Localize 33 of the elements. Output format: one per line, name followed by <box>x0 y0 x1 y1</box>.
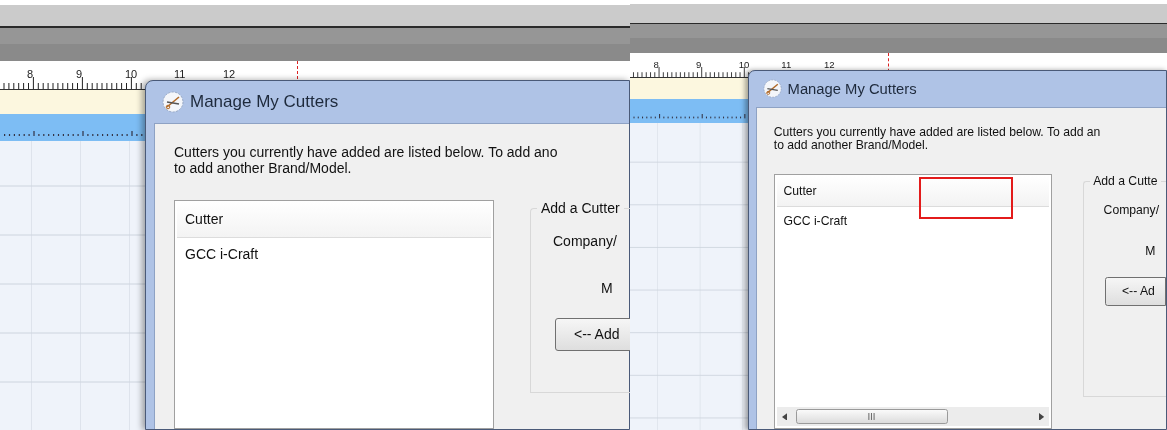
grip-icon <box>868 413 876 420</box>
horizontal-scrollbar[interactable] <box>776 406 1050 427</box>
field-label: Company/ <box>553 232 617 251</box>
field-label: M <box>601 279 613 298</box>
ruler-number: 10 <box>738 59 750 71</box>
ruler-number: 8 <box>653 59 659 71</box>
scroll-right-icon[interactable] <box>1039 412 1045 421</box>
field-label: M <box>1145 243 1156 261</box>
intro-text: Cutters you currently have added are listed below. To add an to add another Brand/Model. <box>773 125 1101 154</box>
ruler-number: 11 <box>174 68 186 80</box>
ruler-number: 9 <box>696 59 702 71</box>
ruler-number: 8 <box>27 68 34 80</box>
cutter-list[interactable]: Cutter GCC i-Craft <box>174 200 494 429</box>
scrollbar-thumb[interactable] <box>795 408 948 425</box>
add-button[interactable]: <-- Ad <box>1105 277 1167 306</box>
ruler-number: 10 <box>125 68 138 80</box>
dialog-title: Manage My Cutters <box>787 79 917 99</box>
column-header[interactable]: Cutter <box>185 209 224 230</box>
dialog-title: Manage My Cutters <box>190 91 339 114</box>
ruler-number: 9 <box>76 68 83 80</box>
scissors-icon <box>763 79 783 99</box>
scroll-left-icon[interactable] <box>781 412 787 421</box>
list-row[interactable]: GCC i-Craft <box>774 207 848 236</box>
ruler-number: 11 <box>781 59 792 71</box>
intro-text: Cutters you currently have added are listed below. To add ano to add another Brand/Model. <box>174 144 558 176</box>
field-label: Company/ <box>1103 202 1160 220</box>
add-button[interactable]: <-- Add <box>555 318 630 351</box>
scissors-icon <box>162 91 184 113</box>
list-row[interactable]: GCC i-Craft <box>175 238 259 270</box>
ruler-number: 12 <box>824 59 835 71</box>
ruler-number: 12 <box>223 68 236 80</box>
cutter-list[interactable]: Cutter GCC i-Craft <box>773 174 1053 429</box>
column-header[interactable]: Cutter <box>783 182 817 201</box>
